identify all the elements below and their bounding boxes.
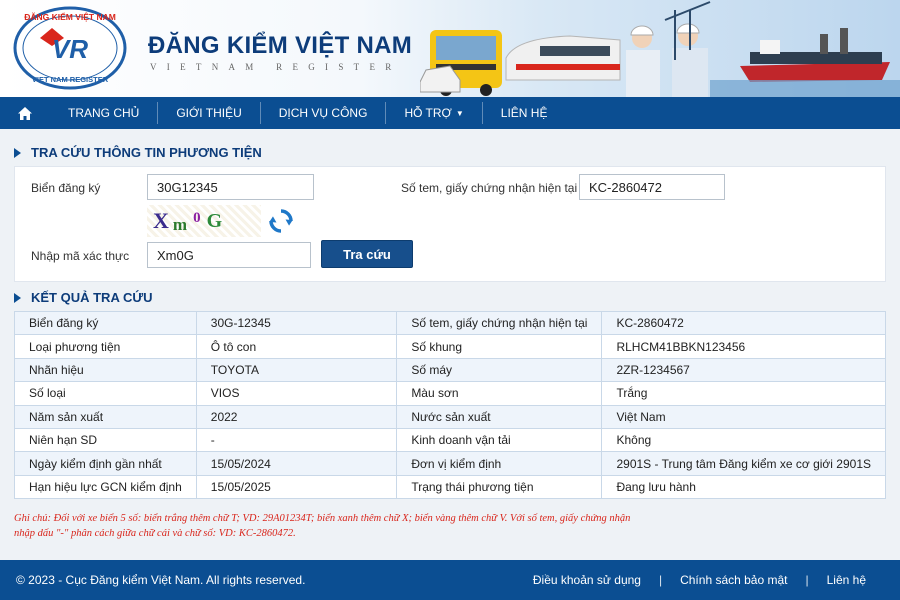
captcha-char: m xyxy=(172,215,188,234)
table-row: Biển đăng ký 30G-12345 Số tem, giấy chứng … xyxy=(14,310,886,336)
ship-icon xyxy=(740,28,890,82)
table-row: Hạn hiệu lực GCN kiểm định 15/05/2025 Trạn… xyxy=(14,474,886,500)
field-label: Biển đăng ký xyxy=(14,310,197,336)
svg-text:VR: VR xyxy=(52,34,88,64)
field-label: Nước sản xuất xyxy=(396,404,603,429)
copyright-text: © 2023 - Cục Đăng kiểm Việt Nam. All rig… xyxy=(16,573,306,587)
field-label: Ngày kiểm định gần nhất xyxy=(14,451,197,476)
field-label: Trạng thái phương tiện xyxy=(396,474,603,500)
svg-text:VIET NAM REGISTER: VIET NAM REGISTER xyxy=(32,75,109,84)
home-icon xyxy=(18,106,32,120)
footer-link-privacy[interactable]: Chính sách bảo mật xyxy=(680,573,787,587)
nav-item-support[interactable]: HỖ TRỢ ▼ xyxy=(386,97,481,129)
table-row: Loại phương tiện Ô tô con Số khung RLHCM41B… xyxy=(14,334,886,359)
nav-item-label: DỊCH VỤ CÔNG xyxy=(278,106,368,120)
field-label: Nhãn hiệu xyxy=(14,357,197,383)
svg-text:ĐĂNG KIỂM VIỆT NAM: ĐĂNG KIỂM VIỆT NAM xyxy=(24,11,116,22)
captcha-input[interactable]: Xm0G xyxy=(147,242,311,268)
footer-separator: | xyxy=(658,573,663,587)
table-row: Ngày kiểm định gần nhất 15/05/2024 Đơn vị … xyxy=(14,451,886,476)
nav-item-label: TRANG CHỦ xyxy=(68,106,140,120)
triangle-bullet-icon xyxy=(14,292,21,303)
vr-logo[interactable]: VR ĐĂNG KIỂM VIỆT NAM VIET NAM REGISTER xyxy=(12,6,128,90)
field-label: Loại phương tiện xyxy=(14,334,197,359)
main-nav: TRANG CHỦ GIỚI THIỆU DỊCH VỤ CÔNG HỖ TRỢ… xyxy=(0,97,900,129)
field-label: Đơn vị kiểm định xyxy=(396,451,603,476)
footer-link-contact[interactable]: Liên hệ xyxy=(827,573,866,587)
search-section-title: TRA CỨU THÔNG TIN PHƯƠNG TIỆN xyxy=(14,145,262,160)
field-value: Trắng xyxy=(601,381,886,406)
table-row: Năm sản xuất 2022 Nước sản xuất Việt Nam xyxy=(14,404,886,429)
footer-link-terms[interactable]: Điều khoản sử dụng xyxy=(533,573,641,587)
field-value: Đang lưu hành xyxy=(601,474,886,500)
field-label: Số loại xyxy=(14,381,197,406)
banner-illustration xyxy=(420,1,900,97)
stamp-input[interactable]: KC-2860472 xyxy=(579,174,725,200)
field-label: Kinh doanh vận tải xyxy=(396,427,603,453)
captcha-char: G xyxy=(206,209,223,232)
nav-item-label: GIỚI THIỆU xyxy=(176,106,242,120)
field-value: TOYOTA xyxy=(195,357,398,383)
field-label: Hạn hiệu lực GCN kiểm định xyxy=(14,474,197,500)
section-title-text: TRA CỨU THÔNG TIN PHƯƠNG TIỆN xyxy=(31,145,262,160)
section-title-text: KẾT QUẢ TRA CỨU xyxy=(31,290,153,305)
header-banner: VR ĐĂNG KIỂM VIỆT NAM VIET NAM REGISTER … xyxy=(0,0,900,97)
field-value: 2022 xyxy=(195,404,398,429)
field-value: Việt Nam xyxy=(601,404,886,429)
field-label: Số khung xyxy=(396,334,603,359)
note-line: nhập dấu "-" phân cách giữa chữ cái và c… xyxy=(14,527,296,539)
field-label: Số máy xyxy=(396,357,603,383)
nav-item-label: LIÊN HỆ xyxy=(500,106,548,120)
captcha-char: 0 xyxy=(193,209,201,226)
nav-item-home[interactable]: TRANG CHỦ xyxy=(50,97,157,129)
field-value: 30G-12345 xyxy=(195,310,398,336)
captcha-char: X xyxy=(153,208,169,233)
note-text: Ghi chú: Đối với xe biển 5 số: biển trắn… xyxy=(14,512,694,541)
plate-label: Biển đăng ký xyxy=(31,181,101,195)
field-value: 15/05/2025 xyxy=(195,474,398,500)
inspector-people-icon xyxy=(626,23,708,97)
field-value: RLHCM41BBKN123456 xyxy=(601,334,886,359)
field-label: Niên hạn SD xyxy=(14,427,197,453)
stamp-label: Số tem, giấy chứng nhận hiện tại xyxy=(401,181,578,195)
footer: © 2023 - Cục Đăng kiểm Việt Nam. All rig… xyxy=(0,560,900,600)
search-form: Biển đăng ký 30G12345 Số tem, giấy chứng… xyxy=(14,166,886,282)
field-value: 2ZR-1234567 xyxy=(601,357,886,383)
field-label: Năm sản xuất xyxy=(14,404,197,429)
plate-input[interactable]: 30G12345 xyxy=(147,174,314,200)
note-line: Ghi chú: Đối với xe biển 5 số: biển trắn… xyxy=(14,513,631,524)
field-label: Số tem, giấy chứng nhận hiện tại xyxy=(396,310,603,336)
brand-subtitle: VIETNAM REGISTER xyxy=(150,62,402,72)
field-value: 2901S - Trung tâm Đăng kiểm xe cơ giới 2… xyxy=(601,451,886,476)
result-table: Biển đăng ký 30G-12345 Số tem, giấy chứng … xyxy=(14,310,886,500)
caret-down-icon: ▼ xyxy=(455,108,464,118)
train-icon xyxy=(505,35,621,81)
lookup-button[interactable]: Tra cứu xyxy=(321,240,413,268)
field-value: KC-2860472 xyxy=(601,310,886,336)
field-value: Không xyxy=(601,427,886,453)
home-button[interactable] xyxy=(0,97,50,129)
result-section-title: KẾT QUẢ TRA CỨU xyxy=(14,290,153,305)
refresh-icon[interactable] xyxy=(267,207,295,235)
captcha-image: X m 0 G xyxy=(147,205,261,237)
triangle-bullet-icon xyxy=(14,147,21,158)
nav-item-contact[interactable]: LIÊN HỆ xyxy=(483,97,566,129)
table-row: Số loại VIOS Màu sơn Trắng xyxy=(14,381,886,406)
field-value: - xyxy=(195,427,398,453)
nav-item-public-services[interactable]: DỊCH VỤ CÔNG xyxy=(261,97,386,129)
nav-item-label: HỖ TRỢ xyxy=(404,106,452,120)
field-value: Ô tô con xyxy=(195,334,398,359)
footer-links: Điều khoản sử dụng | Chính sách bảo mật … xyxy=(533,573,866,587)
brand-title: ĐĂNG KIỂM VIỆT NAM xyxy=(148,32,413,59)
footer-separator: | xyxy=(805,573,809,587)
table-row: Niên hạn SD - Kinh doanh vận tải Không xyxy=(14,427,886,453)
nav-item-about[interactable]: GIỚI THIỆU xyxy=(158,97,259,129)
table-row: Nhãn hiệu TOYOTA Số máy 2ZR-1234567 xyxy=(14,357,886,383)
field-label: Màu sơn xyxy=(396,381,603,406)
captcha-label: Nhập mã xác thực xyxy=(31,249,130,263)
field-value: VIOS xyxy=(195,381,398,406)
field-value: 15/05/2024 xyxy=(195,451,398,476)
